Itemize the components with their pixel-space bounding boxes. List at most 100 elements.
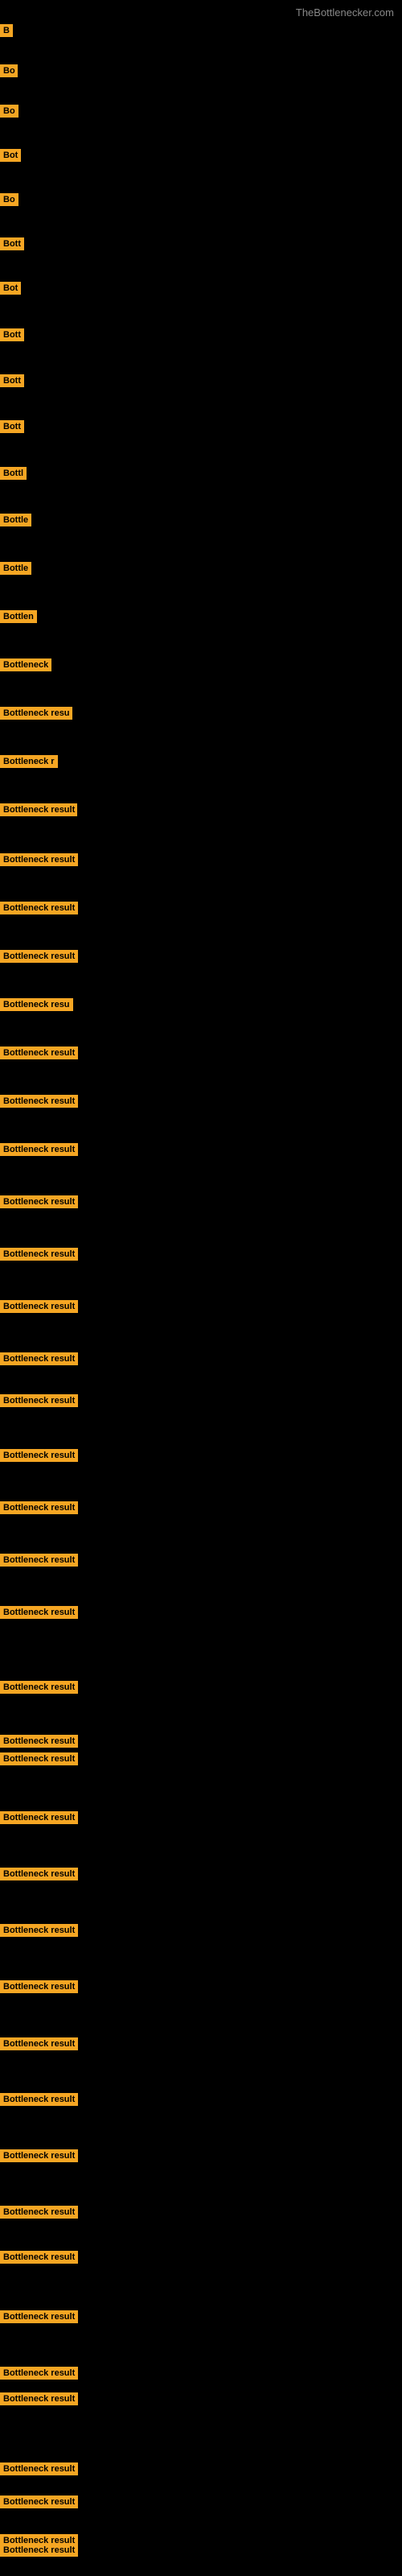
label-box-14: Bottleneck — [0, 658, 51, 671]
label-item-42: Bottleneck result — [0, 2093, 78, 2110]
label-item-50: Bottleneck result — [0, 2496, 78, 2512]
label-item-20: Bottleneck result — [0, 950, 78, 967]
label-box-41: Bottleneck result — [0, 2037, 78, 2050]
label-box-21: Bottleneck resu — [0, 998, 73, 1011]
label-item-21: Bottleneck resu — [0, 998, 73, 1015]
label-item-36: Bottleneck result — [0, 1752, 78, 1769]
label-item-48: Bottleneck result — [0, 2392, 78, 2409]
label-item-16: Bottleneck r — [0, 755, 58, 772]
label-box-44: Bottleneck result — [0, 2206, 78, 2219]
label-box-1: Bo — [0, 64, 18, 77]
label-box-7: Bott — [0, 328, 24, 341]
label-item-13: Bottlen — [0, 610, 37, 627]
label-box-31: Bottleneck result — [0, 1501, 78, 1514]
label-item-26: Bottleneck result — [0, 1248, 78, 1265]
label-box-36: Bottleneck result — [0, 1752, 78, 1765]
label-item-46: Bottleneck result — [0, 2310, 78, 2327]
label-item-30: Bottleneck result — [0, 1449, 78, 1466]
label-item-38: Bottleneck result — [0, 1868, 78, 1885]
label-item-28: Bottleneck result — [0, 1352, 78, 1369]
label-box-17: Bottleneck result — [0, 803, 77, 816]
label-box-12: Bottle — [0, 562, 31, 575]
label-item-29: Bottleneck result — [0, 1394, 78, 1411]
label-item-32: Bottleneck result — [0, 1554, 78, 1571]
label-item-18: Bottleneck result — [0, 853, 78, 870]
label-item-52: Bottleneck result — [0, 2544, 78, 2561]
label-box-3: Bot — [0, 149, 21, 162]
label-box-16: Bottleneck r — [0, 755, 58, 768]
label-item-27: Bottleneck result — [0, 1300, 78, 1317]
label-item-4: Bo — [0, 193, 18, 210]
label-box-8: Bott — [0, 374, 24, 387]
label-item-23: Bottleneck result — [0, 1095, 78, 1112]
label-item-9: Bott — [0, 420, 24, 437]
label-item-49: Bottleneck result — [0, 2462, 78, 2479]
label-box-5: Bott — [0, 237, 24, 250]
label-item-11: Bottle — [0, 514, 31, 530]
label-box-28: Bottleneck result — [0, 1352, 78, 1365]
label-item-19: Bottleneck result — [0, 902, 78, 919]
label-box-47: Bottleneck result — [0, 2367, 78, 2380]
label-box-4: Bo — [0, 193, 18, 206]
label-box-22: Bottleneck result — [0, 1046, 78, 1059]
label-box-9: Bott — [0, 420, 24, 433]
label-item-5: Bott — [0, 237, 24, 254]
label-item-1: Bo — [0, 64, 18, 81]
label-box-35: Bottleneck result — [0, 1735, 78, 1748]
label-item-25: Bottleneck result — [0, 1195, 78, 1212]
label-box-39: Bottleneck result — [0, 1924, 78, 1937]
label-box-37: Bottleneck result — [0, 1811, 78, 1824]
label-item-22: Bottleneck result — [0, 1046, 78, 1063]
site-title: TheBottlenecker.com — [296, 6, 394, 19]
label-box-50: Bottleneck result — [0, 2496, 78, 2508]
label-box-27: Bottleneck result — [0, 1300, 78, 1313]
label-item-7: Bott — [0, 328, 24, 345]
label-item-31: Bottleneck result — [0, 1501, 78, 1518]
label-item-8: Bott — [0, 374, 24, 391]
label-box-49: Bottleneck result — [0, 2462, 78, 2475]
label-item-10: Bottl — [0, 467, 27, 484]
label-box-52: Bottleneck result — [0, 2544, 78, 2557]
label-box-38: Bottleneck result — [0, 1868, 78, 1880]
label-item-0: B — [0, 24, 13, 41]
label-box-20: Bottleneck result — [0, 950, 78, 963]
label-box-18: Bottleneck result — [0, 853, 78, 866]
label-item-43: Bottleneck result — [0, 2149, 78, 2166]
label-item-3: Bot — [0, 149, 21, 166]
label-item-33: Bottleneck result — [0, 1606, 78, 1623]
label-box-6: Bot — [0, 282, 21, 295]
label-box-26: Bottleneck result — [0, 1248, 78, 1261]
label-box-33: Bottleneck result — [0, 1606, 78, 1619]
label-box-24: Bottleneck result — [0, 1143, 78, 1156]
label-box-29: Bottleneck result — [0, 1394, 78, 1407]
label-item-47: Bottleneck result — [0, 2367, 78, 2384]
label-box-19: Bottleneck result — [0, 902, 78, 914]
label-item-2: Bo — [0, 105, 18, 122]
label-box-42: Bottleneck result — [0, 2093, 78, 2106]
label-item-14: Bottleneck — [0, 658, 51, 675]
label-item-44: Bottleneck result — [0, 2206, 78, 2223]
label-item-45: Bottleneck result — [0, 2251, 78, 2268]
label-box-48: Bottleneck result — [0, 2392, 78, 2405]
label-item-35: Bottleneck result — [0, 1735, 78, 1752]
label-box-11: Bottle — [0, 514, 31, 526]
label-item-24: Bottleneck result — [0, 1143, 78, 1160]
label-box-40: Bottleneck result — [0, 1980, 78, 1993]
label-box-25: Bottleneck result — [0, 1195, 78, 1208]
label-box-10: Bottl — [0, 467, 27, 480]
label-box-0: B — [0, 24, 13, 37]
label-box-13: Bottlen — [0, 610, 37, 623]
label-item-6: Bot — [0, 282, 21, 299]
label-box-32: Bottleneck result — [0, 1554, 78, 1567]
label-item-41: Bottleneck result — [0, 2037, 78, 2054]
label-box-2: Bo — [0, 105, 18, 118]
label-item-40: Bottleneck result — [0, 1980, 78, 1997]
label-box-34: Bottleneck result — [0, 1681, 78, 1694]
label-box-30: Bottleneck result — [0, 1449, 78, 1462]
label-item-12: Bottle — [0, 562, 31, 579]
label-item-39: Bottleneck result — [0, 1924, 78, 1941]
label-box-23: Bottleneck result — [0, 1095, 78, 1108]
label-box-15: Bottleneck resu — [0, 707, 72, 720]
label-item-34: Bottleneck result — [0, 1681, 78, 1698]
label-box-43: Bottleneck result — [0, 2149, 78, 2162]
